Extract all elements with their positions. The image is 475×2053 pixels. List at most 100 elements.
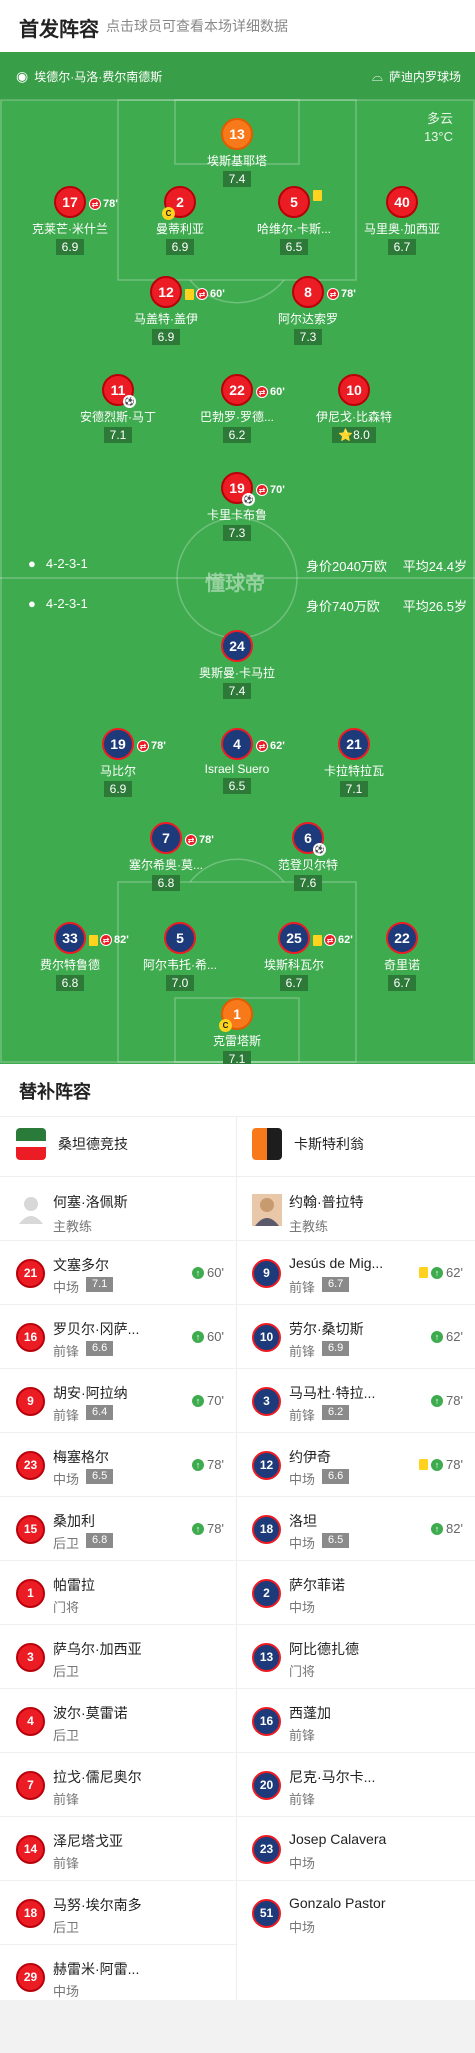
sub-in-icon: ↑ [192,1394,205,1407]
player-name: 奥斯曼·卡马拉 [199,666,275,680]
sub-row-away[interactable]: 13 阿比德扎德 门将 [236,1624,475,1688]
substitution-icon: ⇄ [137,740,149,752]
sub-name: 桑加利 [53,1513,95,1529]
sub-row-home[interactable]: 29 赫雷米·阿雷... 中场 [0,1944,236,2008]
sub-row-home[interactable]: 4 波尔·莫雷诺 后卫 [0,1688,236,1752]
sub-row-home[interactable]: 1 帕雷拉 门将 [0,1560,236,1624]
sub-row-home[interactable]: 15 桑加利 后卫 6.8 ↑ 78' [0,1496,236,1560]
player-number: 19 [110,736,126,752]
player-away[interactable]: 4 ⇄ 62' Israel Suero 6.5 [182,728,292,795]
sub-time: 60' [210,288,225,300]
player-number: 4 [233,736,241,752]
player-name: 安德烈斯·马丁 [80,410,156,424]
sub-row-away[interactable]: 16 西蓬加 前锋 [236,1688,475,1752]
home-coach[interactable]: 何塞·洛佩斯 主教练 [0,1184,236,1248]
player-away[interactable]: 19 ⇄ 78' 马比尔 6.9 [63,728,173,798]
player-home[interactable]: 17 ⇄ 78' 克莱芒·米什兰 6.9 [15,186,125,256]
sub-row-home[interactable]: 23 梅塞格尔 中场 6.5 ↑ 78' [0,1432,236,1496]
sub-on: ↑ 60' [192,1329,224,1344]
player-away[interactable]: 6 ⚽ 范登贝尔特 7.6 [253,822,363,892]
sub-row-away[interactable]: 9 Jesús de Mig... 前锋 6.7 ↑ 62' [236,1240,475,1304]
player-away[interactable]: 5 阿尔韦托·希... 7.0 [125,922,235,992]
sub-row-away[interactable]: 3 马马杜·特拉... 前锋 6.2 ↑ 78' [236,1368,475,1432]
player-home[interactable]: 40 马里奥·加西亚 6.7 [347,186,457,256]
jersey-number: 6 ⚽ [292,822,326,856]
player-away[interactable]: 24 奥斯曼·卡马拉 7.4 [182,630,292,700]
sub-name: 阿比德扎德 [289,1641,359,1657]
player-away[interactable]: 21 卡拉特拉瓦 7.1 [299,728,409,798]
player-name: 马比尔 [99,764,136,778]
sub-row-home[interactable]: 9 胡安·阿拉纳 前锋 6.4 ↑ 70' [0,1368,236,1432]
sub-number: 23 [252,1835,281,1864]
player-home[interactable]: 10 伊尼戈·比森特 ⭐8.0 [299,374,409,444]
sub-in-icon: ↑ [192,1330,205,1343]
rating-value: 7.4 [228,172,246,186]
away-team-header[interactable]: 卡斯特利翁 [252,1128,364,1160]
player-home[interactable]: 19 ⚽ ⇄ 70' 卡里卡布鲁 7.3 [182,472,292,542]
player-name: 巴勃罗·罗德... [200,410,274,424]
sub-row-home[interactable]: 7 拉戈·儒尼奥尔 前锋 [0,1752,236,1816]
sub-row-home[interactable]: 21 文塞多尔 中场 7.1 ↑ 60' [0,1240,236,1304]
player-away[interactable]: 7 ⇄ 78' 塞尔希奥·莫... 6.8 [111,822,221,892]
sub-row-home[interactable]: 18 马努·埃尔南多 后卫 [0,1880,236,1944]
player-away[interactable]: 22 奇里诺 6.7 [347,922,457,992]
captain-icon: C [219,1019,232,1032]
sub-time: 78' [103,198,118,210]
player-name: 曼蒂利亚 [155,222,204,236]
sub-row-away[interactable]: 12 约伊奇 中场 6.6 ↑ 78' [236,1432,475,1496]
sub-row-away[interactable]: 18 洛坦 中场 6.5 ↑ 82' [236,1496,475,1560]
sub-rating: 6.4 [86,1405,114,1420]
away-coach[interactable]: 约翰·普拉特 主教练 [236,1184,475,1248]
sub-position: 后卫 [53,1728,80,1743]
sub-time: 78' [199,834,214,846]
player-name: 马里奥·加西亚 [364,222,440,236]
sub-row-home[interactable]: 14 泽尼塔戈亚 前锋 [0,1816,236,1880]
sub-row-away[interactable]: 51 Gonzalo Pastor 中场 [236,1880,475,1944]
rating-value: 6.5 [228,779,246,793]
player-home[interactable]: 11 ⚽ 安德烈斯·马丁 7.1 [63,374,173,444]
sub-row-away[interactable]: 2 萨尔菲诺 中场 [236,1560,475,1624]
rating-value: 6.7 [285,976,303,990]
sub-row-home[interactable]: 16 罗贝尔·冈萨... 前锋 6.6 ↑ 60' [0,1304,236,1368]
player-away[interactable]: 1 C 克雷塔斯 7.1 [182,998,292,1064]
rating-value: 7.0 [171,976,189,990]
player-number: 24 [229,638,245,654]
player-number: 5 [290,194,298,210]
player-home[interactable]: 12 ⇄ 60' 马盖特·盖伊 6.9 [111,276,225,346]
sub-on: ↑ 78' [192,1521,224,1536]
sub-row-away[interactable]: 20 尼克·马尔卡... 前锋 [236,1752,475,1816]
home-team-header[interactable]: 桑坦德竞技 [16,1128,128,1160]
player-home[interactable]: 22 ⇄ 60' 巴勃罗·罗德... 6.2 [182,374,292,444]
player-away[interactable]: 33 ⇄ 82' 费尔特鲁德 6.8 [15,922,129,992]
player-number: 25 [286,930,302,946]
sub-position: 后卫 [53,1664,80,1679]
player-home[interactable]: 13 埃斯基耶塔 7.4 [182,118,292,188]
sub-name: Josep Calavera [289,1831,387,1847]
sub-position: 中场 [53,1984,80,1999]
sub-row-home[interactable]: 3 萨乌尔·加西亚 后卫 [0,1624,236,1688]
player-home[interactable]: 8 ⇄ 78' 阿尔达索罗 7.3 [253,276,363,346]
star-icon: ⭐ [338,428,354,442]
player-rating: 7.3 [222,525,252,541]
sub-row-away[interactable]: 23 Josep Calavera 中场 [236,1816,475,1880]
substitution-icon: ⇄ [324,934,336,946]
yellow-card-icon [313,934,322,946]
rating-value: 7.3 [299,330,317,344]
sub-name: 赫雷米·阿雷... [53,1961,140,1977]
sub-row-away[interactable]: 10 劳尔·桑切斯 前锋 6.9 ↑ 62' [236,1304,475,1368]
sub-name: 罗贝尔·冈萨... [53,1321,140,1337]
sub-name: 劳尔·桑切斯 [289,1321,364,1337]
sub-position: 中场 [289,1920,316,1935]
sub-name: 拉戈·儒尼奥尔 [53,1769,142,1785]
jersey-number: 21 [338,728,370,760]
player-home[interactable]: 2 C 曼蒂利亚 6.9 [125,186,235,256]
player-home[interactable]: 5 哈维尔·卡斯... 6.5 [239,186,349,256]
player-away[interactable]: 25 ⇄ 62' 埃斯科瓦尔 6.7 [239,922,353,992]
sub-in-icon: ↑ [192,1458,205,1471]
sub-rating: 6.5 [322,1533,350,1548]
sub-number: 2 [252,1579,281,1608]
footer-space [0,2000,475,2053]
yellow-card-icon [419,1267,429,1278]
stadium-icon: ⌓ [371,68,383,84]
player-events: ⇄ 60' [185,280,225,308]
